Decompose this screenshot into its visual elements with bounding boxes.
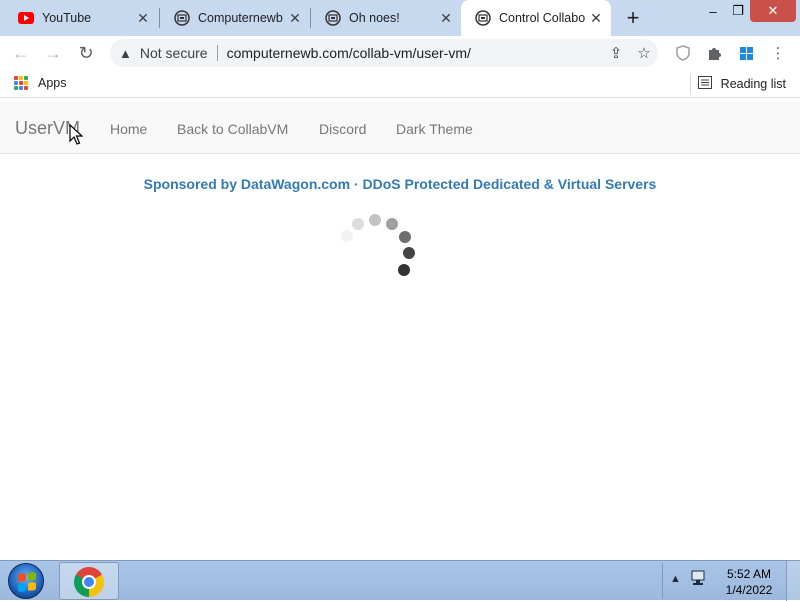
bookmarks-divider — [690, 74, 691, 94]
reading-list-icon — [697, 76, 712, 92]
bookmarks-bar: Apps Reading list — [0, 70, 800, 98]
clock-date: 1/4/2022 — [725, 583, 773, 597]
warning-triangle-icon[interactable]: ▲ — [119, 46, 132, 61]
reading-list-label: Reading list — [720, 77, 786, 91]
puzzle-extensions-icon[interactable] — [703, 42, 725, 64]
shield-extension-icon[interactable] — [672, 42, 694, 64]
forward-arrow-icon[interactable]: → — [40, 40, 66, 66]
network-icon[interactable] — [690, 570, 708, 591]
tab-oh-noes[interactable]: Oh noes! ✕ — [311, 0, 461, 36]
reading-list-button[interactable]: Reading list — [697, 76, 786, 92]
spinner-dot — [341, 230, 353, 242]
apps-label: Apps — [38, 76, 67, 90]
tab-title: YouTube — [42, 11, 92, 25]
show-desktop-button[interactable] — [786, 561, 800, 601]
tab-strip: YouTube ✕ Computernewb ✕ Oh noes! ✕ Cont — [0, 0, 800, 36]
nav-back-to-collabvm-link[interactable]: Back to CollabVM — [177, 121, 288, 137]
collabvm-icon — [325, 10, 341, 26]
bookmark-star-icon[interactable]: ☆ — [630, 44, 658, 62]
nav-dark-theme-link[interactable]: Dark Theme — [396, 121, 473, 137]
sponsor-link[interactable]: Sponsored by DataWagon.com · DDoS Protec… — [0, 176, 800, 192]
spinner-dot — [399, 231, 411, 243]
maximize-button[interactable]: ❐ — [726, 0, 750, 22]
spinner-dot — [398, 264, 410, 276]
back-arrow-icon[interactable]: ← — [8, 40, 34, 66]
menu-kebab-icon[interactable]: ⋮ — [767, 42, 789, 64]
reload-icon[interactable]: ↻ — [73, 40, 99, 66]
web-page: UserVM Home Back to CollabVM Discord Dar… — [0, 98, 800, 560]
tab-control-collabvm[interactable]: Control Collabo ✕ — [461, 0, 611, 36]
tab-title: Oh noes! — [349, 11, 400, 25]
minimize-button[interactable]: – — [700, 0, 726, 22]
mouse-cursor — [69, 123, 84, 151]
show-hidden-icons-icon[interactable]: ▲ — [670, 573, 681, 585]
nav-home-link[interactable]: Home — [110, 121, 147, 137]
spinner-dot — [386, 218, 398, 230]
close-tab-icon[interactable]: ✕ — [437, 9, 455, 27]
clock-time: 5:52 AM — [726, 567, 772, 581]
chrome-icon — [74, 567, 104, 597]
close-tab-icon[interactable]: ✕ — [286, 9, 304, 27]
spinner-dot — [403, 247, 415, 259]
omnibox-divider — [216, 45, 218, 61]
collabvm-icon — [475, 10, 491, 26]
tab-title: Control Collabo — [499, 11, 586, 25]
site-navbar: UserVM Home Back to CollabVM Discord Dar… — [0, 102, 800, 154]
loading-spinner — [0, 98, 800, 560]
apps-bookmark[interactable]: Apps — [14, 76, 67, 90]
share-icon[interactable]: ⇪ — [602, 44, 630, 62]
close-tab-icon[interactable]: ✕ — [134, 9, 152, 27]
address-bar[interactable]: ▲ Not secure computernewb.com/collab-vm/… — [110, 39, 658, 67]
system-clock[interactable]: 5:52 AM 1/4/2022 — [718, 566, 780, 598]
taskbar-chrome-button[interactable] — [59, 562, 119, 600]
windows-logo-icon — [18, 572, 36, 592]
close-tab-icon[interactable]: ✕ — [587, 9, 605, 27]
nav-discord-link[interactable]: Discord — [319, 121, 366, 137]
tab-youtube[interactable]: YouTube ✕ — [4, 0, 158, 36]
new-tab-button[interactable]: + — [620, 5, 646, 31]
start-button[interactable] — [8, 563, 44, 599]
url-text[interactable]: computernewb.com/collab-vm/user-vm/ — [227, 45, 602, 61]
close-window-button[interactable]: ✕ — [750, 0, 796, 22]
tab-title: Computernewb — [198, 11, 283, 25]
windows-extension-icon[interactable] — [735, 42, 757, 64]
youtube-icon — [18, 10, 34, 26]
spinner-dot — [369, 214, 381, 226]
security-status[interactable]: Not secure — [140, 45, 208, 61]
tab-computernewb[interactable]: Computernewb ✕ — [160, 0, 310, 36]
spinner-dot — [352, 218, 364, 230]
apps-grid-icon — [14, 76, 28, 90]
collabvm-icon — [174, 10, 190, 26]
windows-taskbar: ▲ 5:52 AM 1/4/2022 — [0, 560, 800, 601]
browser-toolbar: ← → ↻ ▲ Not secure computernewb.com/coll… — [0, 36, 800, 70]
